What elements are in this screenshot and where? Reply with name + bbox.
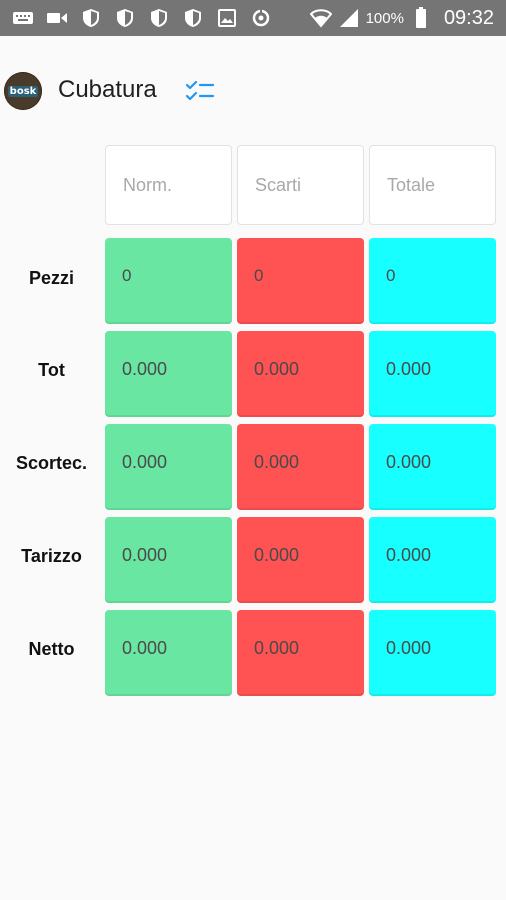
row-label-pezzi: Pezzi <box>28 268 75 288</box>
value-cell-tarizzo-totale[interactable]: 0.000 <box>369 517 496 603</box>
value-cell-scortec-totale[interactable]: 0.000 <box>369 424 496 510</box>
value-cell-tot-totale[interactable]: 0.000 <box>369 331 496 417</box>
battery-percent: 100% <box>365 9 404 27</box>
value-cell-scortec-norm[interactable]: 0.000 <box>105 424 232 510</box>
app-bar: bosk Cubatura <box>0 36 506 146</box>
value-cell-tot-scarti[interactable]: 0.000 <box>237 331 364 417</box>
image-icon <box>216 7 238 29</box>
value-cell-scortec-scarti[interactable]: 0.000 <box>237 424 364 510</box>
wifi-icon <box>309 7 332 29</box>
app-logo: bosk <box>4 72 42 110</box>
status-bar: 100% 09:32 <box>0 0 506 36</box>
app-logo-text: bosk <box>7 85 39 97</box>
sync-icon <box>250 7 272 29</box>
column-header-scarti: Scarti <box>237 145 364 225</box>
value-cell-netto-norm[interactable]: 0.000 <box>105 610 232 696</box>
keyboard-icon <box>12 7 34 29</box>
value-cell-tarizzo-scarti[interactable]: 0.000 <box>237 517 364 603</box>
row-label-tot: Tot <box>38 360 65 380</box>
status-icons-right: 100% 09:32 <box>309 6 494 30</box>
video-icon <box>46 7 68 29</box>
battery-icon <box>410 7 432 29</box>
column-header-totale: Totale <box>369 145 496 225</box>
value-cell-pezzi-scarti[interactable]: 0 <box>237 238 364 324</box>
shield-icon <box>182 7 204 29</box>
row-label-netto: Netto <box>28 639 75 659</box>
value-cell-pezzi-totale[interactable]: 0 <box>369 238 496 324</box>
status-time: 09:32 <box>443 6 494 29</box>
checklist-button[interactable] <box>184 76 216 106</box>
page-title: Cubatura <box>58 76 157 103</box>
value-cell-netto-scarti[interactable]: 0.000 <box>237 610 364 696</box>
shield-icon <box>80 7 102 29</box>
row-label-tarizzo: Tarizzo <box>21 546 82 566</box>
value-cell-tarizzo-norm[interactable]: 0.000 <box>105 517 232 603</box>
row-label-scortec: Scortec. <box>15 453 88 473</box>
shield-icon <box>148 7 170 29</box>
status-icons-left <box>12 6 272 30</box>
value-cell-tot-norm[interactable]: 0.000 <box>105 331 232 417</box>
checklist-icon <box>185 80 215 101</box>
value-cell-netto-totale[interactable]: 0.000 <box>369 610 496 696</box>
signal-icon <box>338 7 360 29</box>
shield-icon <box>114 7 136 29</box>
column-header-norm: Norm. <box>105 145 232 225</box>
value-cell-pezzi-norm[interactable]: 0 <box>105 238 232 324</box>
